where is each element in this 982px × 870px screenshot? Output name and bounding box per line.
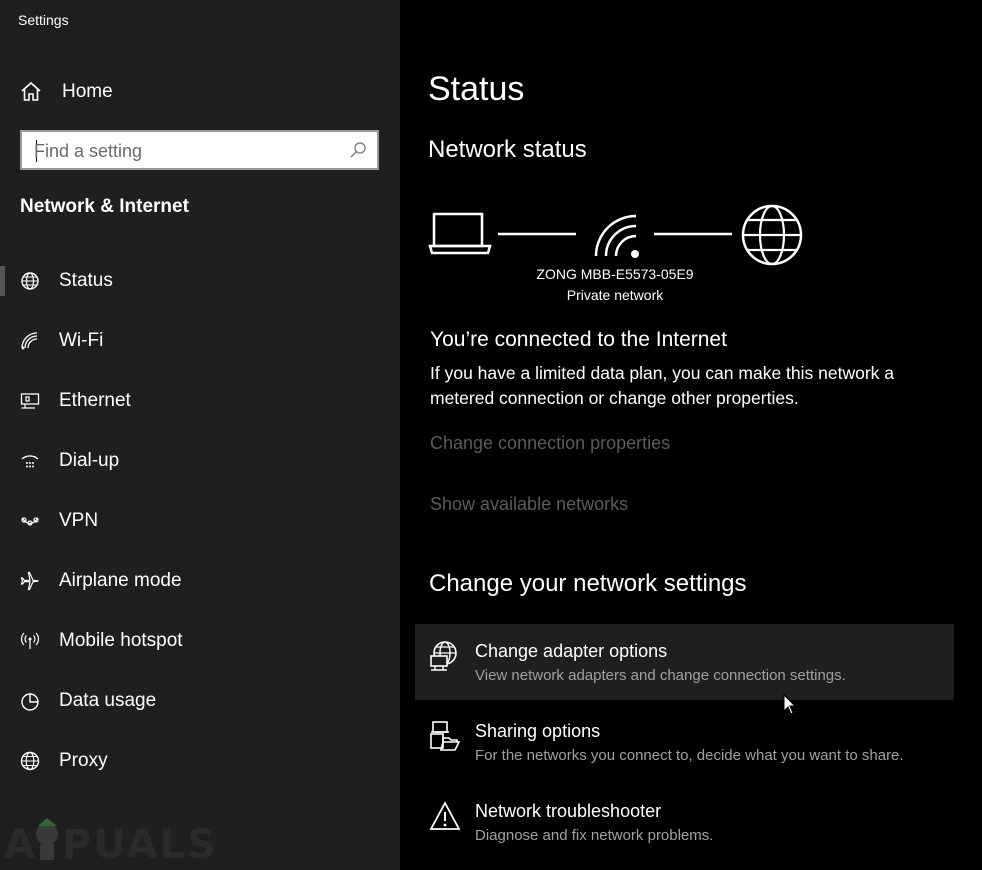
- sidebar-item-label: Airplane mode: [59, 570, 182, 591]
- sidebar-item-label: Ethernet: [59, 390, 131, 411]
- sidebar-nav: Status Wi-Fi Ethernet Dial-up VPN Airpla…: [0, 251, 400, 791]
- sidebar-item-label: VPN: [59, 510, 99, 531]
- network-name: ZONG MBB-E5573-05E9: [536, 266, 694, 282]
- adapter-icon: [430, 641, 457, 671]
- sidebar-item-ethernet[interactable]: Ethernet: [0, 371, 400, 431]
- sidebar-item-dialup[interactable]: Dial-up: [0, 431, 400, 491]
- dialup-icon: [21, 455, 39, 468]
- sharing-options-button[interactable]: Sharing options For the networks you con…: [415, 704, 954, 780]
- sidebar-item-label: Status: [59, 270, 113, 291]
- sharing-icon: [430, 721, 461, 751]
- watermark-logo: A PUALS: [4, 810, 216, 868]
- sidebar-item-hotspot[interactable]: Mobile hotspot: [0, 611, 400, 671]
- option-description: Diagnose and fix network problems.: [475, 827, 714, 844]
- option-description: View network adapters and change connect…: [475, 667, 846, 684]
- change-adapter-options-button[interactable]: Change adapter options View network adap…: [415, 624, 954, 700]
- main-panel: Status Network status ZONG MBB-E5573-05E…: [400, 0, 982, 870]
- sidebar-item-label: Dial-up: [59, 450, 120, 471]
- change-settings-heading: Change your network settings: [429, 570, 747, 597]
- mascot-icon: [36, 818, 58, 860]
- sidebar-item-label: Wi-Fi: [59, 330, 104, 351]
- sidebar-item-label: Proxy: [59, 750, 108, 771]
- ethernet-icon: [20, 393, 40, 409]
- airplane-icon: [20, 571, 39, 591]
- section-title: Network & Internet: [20, 196, 189, 217]
- internet-globe-icon: [741, 204, 803, 266]
- vpn-icon: [21, 517, 39, 526]
- wifi-signal-icon: [594, 214, 639, 258]
- wifi-icon: [21, 332, 38, 350]
- search-icon[interactable]: [349, 141, 367, 159]
- search-input[interactable]: [34, 138, 334, 164]
- home-button[interactable]: Home: [0, 72, 400, 112]
- option-title: Sharing options: [475, 721, 601, 741]
- network-type: Private network: [566, 287, 664, 303]
- connected-title: You’re connected to the Internet: [430, 328, 727, 351]
- app-title: Settings: [18, 12, 69, 28]
- hotspot-icon: [20, 632, 40, 649]
- connected-description: If you have a limited data plan, you can…: [430, 363, 895, 408]
- search-box[interactable]: [20, 130, 379, 170]
- sidebar-item-label: Data usage: [59, 690, 157, 711]
- sidebar-item-airplane[interactable]: Airplane mode: [0, 551, 400, 611]
- home-icon: [21, 81, 41, 101]
- globe-icon: [20, 751, 40, 771]
- sidebar-item-vpn[interactable]: VPN: [0, 491, 400, 551]
- page-title: Status: [428, 70, 525, 108]
- network-status-heading: Network status: [428, 136, 587, 163]
- option-title: Change adapter options: [475, 641, 668, 661]
- sidebar-item-status[interactable]: Status: [0, 251, 400, 311]
- sidebar-item-wifi[interactable]: Wi-Fi: [0, 311, 400, 371]
- mouse-cursor-icon: [783, 694, 797, 715]
- globe-status-icon: [21, 272, 39, 290]
- sidebar-item-data-usage[interactable]: Data usage: [0, 671, 400, 731]
- option-description: For the networks you connect to, decide …: [475, 747, 904, 764]
- sidebar-item-label: Mobile hotspot: [59, 630, 183, 651]
- change-connection-properties-link[interactable]: Change connection properties: [430, 433, 670, 454]
- sidebar: Settings Home Network & Internet Status …: [0, 0, 400, 870]
- show-available-networks-link[interactable]: Show available networks: [430, 494, 628, 515]
- warning-icon: [429, 801, 461, 830]
- laptop-icon: [428, 212, 492, 255]
- pie-chart-icon: [21, 693, 39, 711]
- option-title: Network troubleshooter: [475, 801, 662, 821]
- sidebar-item-proxy[interactable]: Proxy: [0, 731, 400, 791]
- network-troubleshooter-button[interactable]: Network troubleshooter Diagnose and fix …: [415, 784, 954, 860]
- home-label: Home: [62, 81, 113, 102]
